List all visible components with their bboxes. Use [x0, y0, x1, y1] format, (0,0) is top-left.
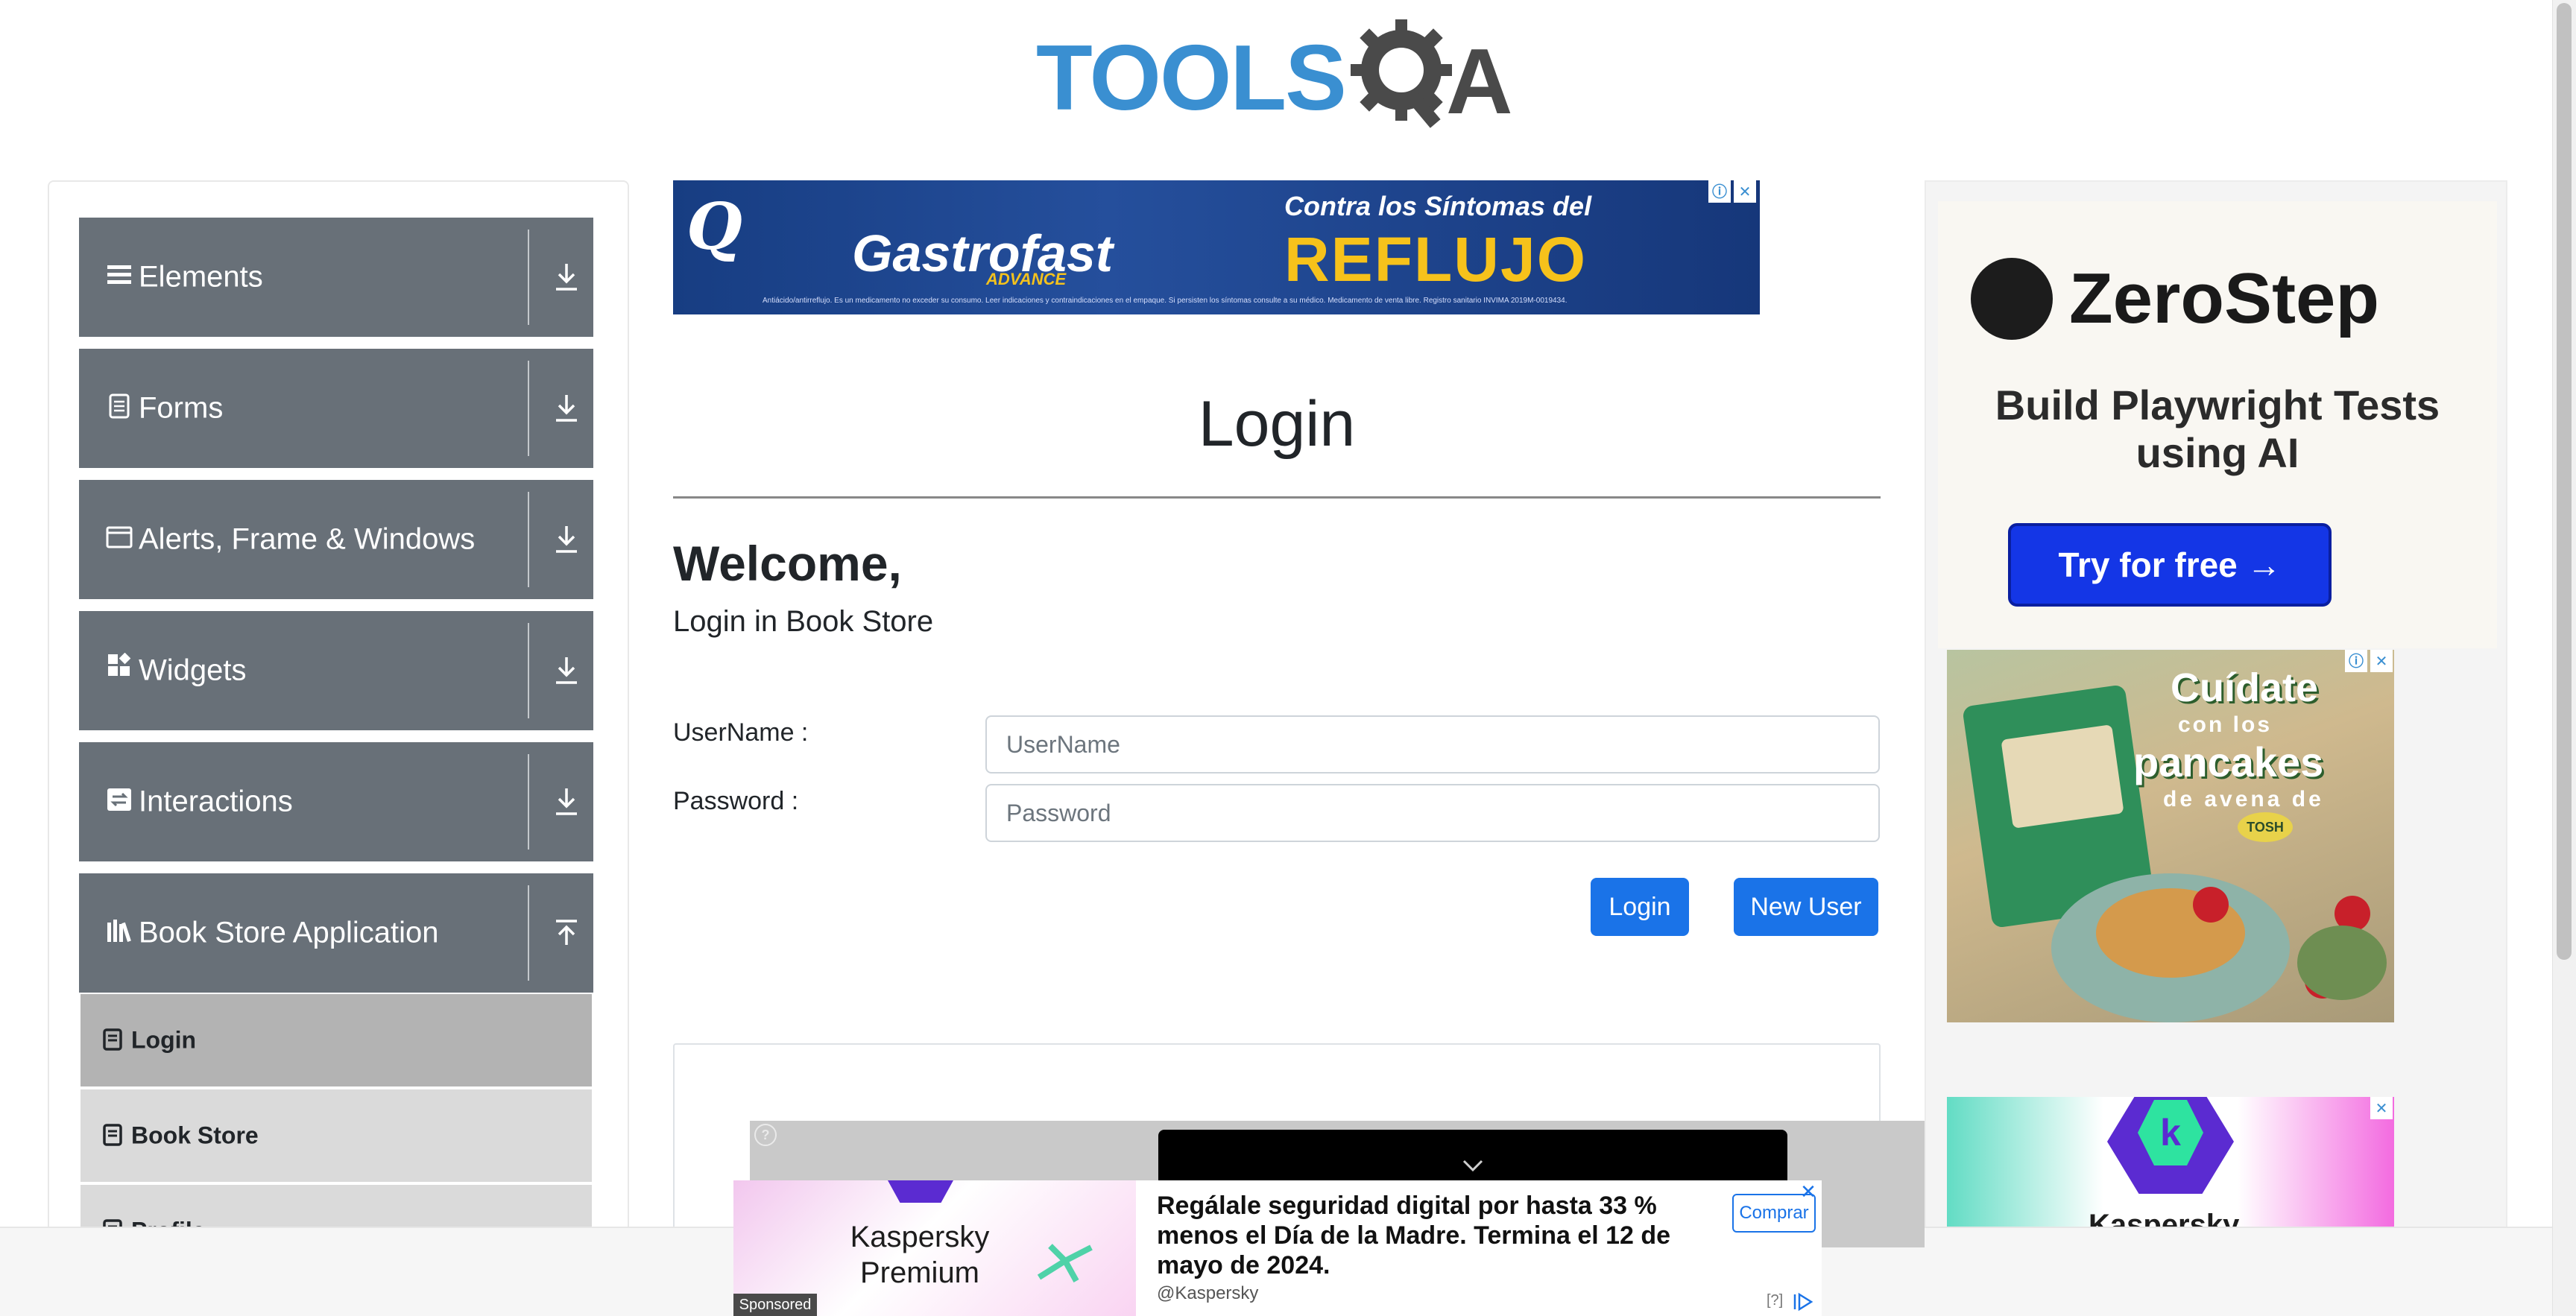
- password-label: Password :: [673, 787, 799, 815]
- download-arrow-icon[interactable]: [552, 654, 581, 687]
- page-title: Login: [1198, 388, 1356, 460]
- sidebar-group-label: Interactions: [139, 785, 293, 818]
- widgets-icon: [108, 653, 131, 676]
- adchoices-play-icon[interactable]: [1792, 1292, 1814, 1312]
- scrollbar-thumb[interactable]: [2557, 3, 2572, 960]
- interaction-icon: [107, 788, 131, 811]
- divider: [528, 492, 529, 587]
- welcome-heading: Welcome,: [673, 536, 902, 591]
- chevron-down-icon[interactable]: [1459, 1157, 1486, 1174]
- download-arrow-icon[interactable]: [552, 392, 581, 425]
- book-icon: [103, 1028, 122, 1051]
- sidebar-group-alerts[interactable]: Alerts, Frame & Windows: [79, 480, 593, 599]
- ad-info-link[interactable]: [?]: [1767, 1292, 1783, 1309]
- ad-fine-print: Antiácido/antirreflujo. Es un medicament…: [763, 297, 1568, 305]
- sidebar-item-login[interactable]: Login: [80, 994, 592, 1086]
- login-subtitle: Login in Book Store: [673, 605, 934, 638]
- top-banner-ad[interactable]: Q Gastrofast ADVANCE Contra los Síntomas…: [673, 180, 1760, 314]
- zerostep-tagline: Build Playwright Tests using AI: [1995, 382, 2440, 476]
- pancake-ad[interactable]: Cuídate con los pancakes de avena de TOS…: [1947, 650, 2394, 1022]
- login-button[interactable]: Login: [1591, 878, 1689, 936]
- sidebar-group-label: Widgets: [139, 654, 247, 687]
- sidebar-group-label: Alerts, Frame & Windows: [139, 522, 476, 556]
- product-label-image: [2001, 724, 2124, 829]
- sidebar-group-forms[interactable]: Forms: [79, 349, 593, 468]
- books-icon: [107, 920, 131, 942]
- download-arrow-icon[interactable]: [552, 523, 581, 556]
- sidebar-item-label: Login: [131, 1026, 197, 1054]
- ad-headline: Contra los Síntomas del: [1284, 191, 1592, 221]
- window-icon: [106, 526, 133, 548]
- username-label: UserName :: [673, 718, 809, 747]
- ad-headline-big: REFLUJO: [1284, 224, 1588, 294]
- divider: [673, 496, 1881, 499]
- tosh-badge: TOSH: [2238, 812, 2293, 842]
- close-icon[interactable]: ✕: [1798, 1182, 1819, 1203]
- adchoices-icon[interactable]: ⓘ: [2345, 650, 2367, 672]
- kaspersky-hex-icon: [880, 1180, 962, 1203]
- divider: [528, 230, 529, 325]
- sidebar-group-elements[interactable]: Elements: [79, 218, 593, 337]
- sidebar-group-book-store-application[interactable]: Book Store Application: [79, 873, 593, 993]
- ad-line-1: Cuídate: [2171, 665, 2319, 710]
- adchoices-icon[interactable]: ⓘ: [1708, 180, 1731, 203]
- document-icon: [109, 393, 130, 419]
- divider: [528, 361, 529, 456]
- divider: [528, 623, 529, 718]
- ad-message: Regálale seguridad digital por hasta 33 …: [1157, 1192, 1671, 1279]
- ad-brand: Gastrofast: [852, 224, 1114, 282]
- kaspersky-product: Kaspersky Premium: [850, 1221, 990, 1289]
- ad-handle: @Kaspersky: [1157, 1283, 1259, 1303]
- upload-arrow-icon[interactable]: [552, 917, 581, 949]
- close-icon[interactable]: ✕: [2370, 650, 2393, 672]
- password-input[interactable]: [985, 784, 1880, 842]
- close-icon[interactable]: ✕: [2370, 1097, 2393, 1119]
- ad-brand-sub: ADVANCE: [986, 270, 1067, 288]
- zerostep-logo-icon: [1971, 258, 2053, 340]
- toolsqa-logo[interactable]: TOOLS A: [1036, 18, 1521, 130]
- ad-q-logo: Q: [686, 189, 742, 265]
- divider: [528, 754, 529, 850]
- download-arrow-icon[interactable]: [552, 785, 581, 818]
- divider: [528, 885, 529, 981]
- ad-line-2: con los: [2178, 712, 2273, 737]
- ad-line-3: pancakes: [2133, 738, 2324, 785]
- gift-ribbon-icon: [1037, 1244, 1093, 1282]
- sidebar-group-label: Book Store Application: [139, 916, 439, 949]
- zerostep-name: ZeroStep: [2069, 259, 2380, 338]
- sidebar-group-widgets[interactable]: Widgets: [79, 611, 593, 730]
- sidebar-group-label: Forms: [139, 391, 224, 425]
- menu-icon: [107, 265, 131, 284]
- username-input[interactable]: [985, 715, 1880, 774]
- gear-magnifier-icon: A: [1351, 19, 1513, 130]
- sidebar-group-label: Elements: [139, 260, 263, 294]
- kaspersky-sticky-ad[interactable]: Kaspersky Premium Regálale seguridad dig…: [733, 1180, 1822, 1316]
- close-icon[interactable]: ✕: [1734, 180, 1756, 203]
- logo-text: TOOLS: [1036, 27, 1347, 130]
- book-icon: [103, 1124, 122, 1146]
- logo-a-letter: A: [1446, 31, 1513, 130]
- sidebar-item-book-store[interactable]: Book Store: [80, 1089, 592, 1182]
- sidebar-group-interactions[interactable]: Interactions: [79, 742, 593, 861]
- ad-line-4: de avena de: [2163, 787, 2324, 812]
- sidebar-item-label: Book Store: [131, 1122, 259, 1149]
- download-arrow-icon[interactable]: [552, 261, 581, 294]
- sponsored-label: Sponsored: [733, 1294, 817, 1316]
- try-for-free-button[interactable]: Try for free →: [2008, 523, 2332, 607]
- new-user-button[interactable]: New User: [1734, 878, 1878, 936]
- help-icon[interactable]: ?: [754, 1124, 777, 1146]
- bowl-image: [2297, 926, 2387, 1000]
- strawberry-image: [2193, 887, 2229, 923]
